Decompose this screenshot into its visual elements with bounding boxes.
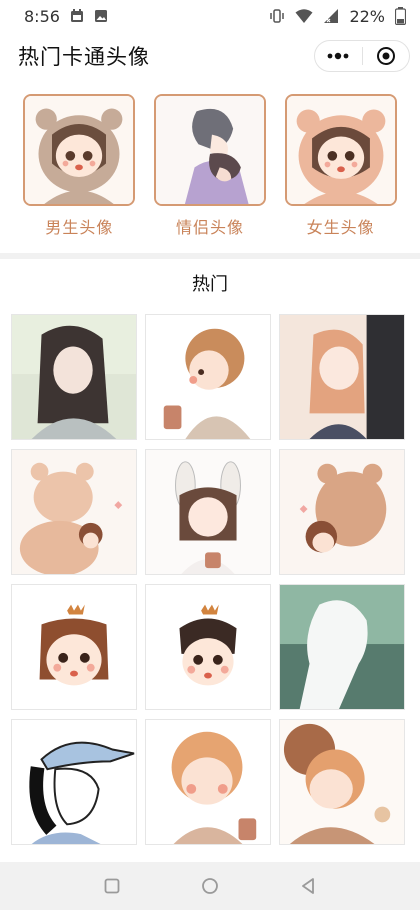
girl-avatar-image: [284, 94, 397, 206]
calendar-icon: [70, 9, 84, 23]
category-row: 男生头像 情侣头像 女生头像: [0, 94, 420, 244]
section-divider: [0, 253, 420, 259]
status-bar: 8:56 22%: [0, 0, 420, 32]
wifi-icon: [295, 8, 313, 24]
target-close-icon[interactable]: [363, 41, 410, 71]
category-couple-avatar[interactable]: 情侣头像: [152, 94, 268, 244]
battery-percent: 22%: [349, 6, 385, 26]
avatar-tile[interactable]: [279, 584, 405, 710]
more-dots-icon[interactable]: [315, 41, 362, 71]
category-label: 男生头像: [45, 218, 114, 237]
status-time: 8:56: [24, 6, 60, 26]
image-icon: [94, 9, 108, 23]
signal-icon: [323, 8, 339, 24]
system-nav-bar: [0, 862, 420, 910]
avatar-tile[interactable]: [279, 719, 405, 845]
avatar-tile[interactable]: [145, 314, 271, 440]
home-icon[interactable]: [196, 872, 224, 900]
category-label: 女生头像: [306, 218, 375, 237]
avatar-tile[interactable]: [11, 449, 137, 575]
couple-avatar-image: [153, 94, 266, 206]
avatar-tile[interactable]: [11, 719, 137, 845]
recent-apps-icon[interactable]: [98, 872, 126, 900]
avatar-tile[interactable]: [11, 314, 137, 440]
vibrate-icon: [269, 8, 285, 24]
battery-icon: [395, 7, 406, 25]
mini-program-capsule: [314, 40, 410, 72]
section-title: 热门: [192, 274, 228, 295]
category-boys-avatar[interactable]: 男生头像: [21, 94, 137, 244]
avatar-grid: [11, 314, 409, 845]
page-title: 热门卡通头像: [18, 45, 150, 69]
avatar-tile[interactable]: [145, 449, 271, 575]
avatar-tile[interactable]: [11, 584, 137, 710]
avatar-tile[interactable]: [279, 449, 405, 575]
avatar-tile[interactable]: [279, 314, 405, 440]
avatar-tile[interactable]: [145, 584, 271, 710]
boy-avatar-image: [23, 94, 136, 206]
back-icon[interactable]: [294, 872, 322, 900]
avatar-tile[interactable]: [145, 719, 271, 845]
category-girls-avatar[interactable]: 女生头像: [283, 94, 399, 244]
title-bar: 热门卡通头像: [0, 32, 420, 80]
category-label: 情侣头像: [175, 218, 244, 237]
